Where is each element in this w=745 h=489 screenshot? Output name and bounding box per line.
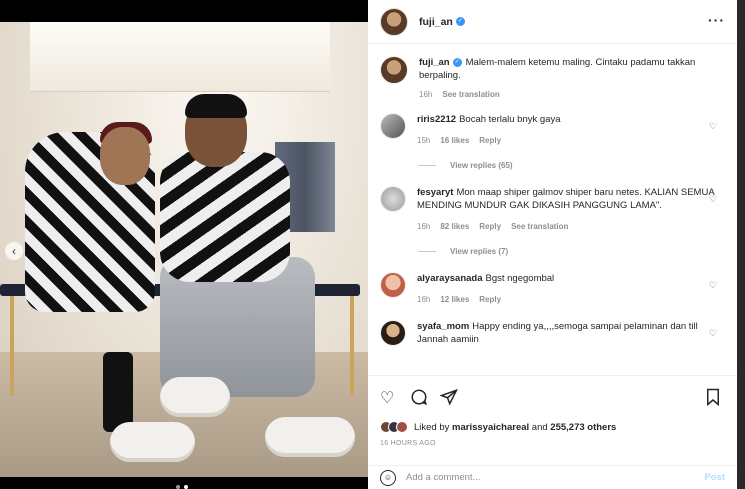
more-horizontal-icon[interactable]: ··· xyxy=(708,12,725,28)
comment-likes[interactable]: 82 likes xyxy=(440,220,469,233)
heart-icon[interactable]: ♡ xyxy=(709,328,719,338)
comment-input[interactable]: Add a comment... xyxy=(406,472,704,483)
share-icon[interactable] xyxy=(439,388,460,408)
post-timestamp: 16 HOURS AGO xyxy=(380,440,436,447)
likes-middle: and xyxy=(531,421,548,433)
heart-icon[interactable]: ♡ xyxy=(709,194,719,204)
heart-icon[interactable]: ♡ xyxy=(709,280,719,290)
bookmark-icon[interactable] xyxy=(705,388,725,408)
reply-button[interactable]: Reply xyxy=(479,293,501,306)
avatar[interactable] xyxy=(380,113,406,139)
previous-photo-button[interactable]: ‹ xyxy=(5,242,23,260)
comment-likes[interactable]: 16 likes xyxy=(440,134,469,147)
action-bar: ♡ xyxy=(368,375,737,420)
likes-summary: Liked by marissyaichareal and 255,273 ot… xyxy=(380,421,616,433)
comment-item: riris2212 Bocah terlalu bnyk gaya 15h 16 … xyxy=(380,113,725,147)
view-replies-label: View replies (65) xyxy=(450,161,513,170)
comment-likes[interactable]: 12 likes xyxy=(440,293,469,306)
see-translation-link[interactable]: See translation xyxy=(442,88,499,101)
avatar[interactable] xyxy=(380,56,408,84)
comment-username[interactable]: riris2212 xyxy=(417,114,456,125)
avatar[interactable] xyxy=(380,272,406,298)
post-photo[interactable] xyxy=(0,22,368,489)
emoji-icon[interactable]: ☺ xyxy=(380,469,396,486)
see-translation-link[interactable]: See translation xyxy=(511,220,568,233)
post-comment-button[interactable]: Post xyxy=(704,472,725,483)
reply-button[interactable]: Reply xyxy=(479,220,501,233)
view-replies-label: View replies (7) xyxy=(450,247,509,256)
avatar xyxy=(396,421,408,433)
likes-prefix: Liked by xyxy=(414,421,450,433)
comment-icon[interactable] xyxy=(410,388,430,408)
comment-username[interactable]: fesyaryt xyxy=(417,187,453,198)
comment-item: fesyaryt Mon maap shiper galmov shiper ba… xyxy=(380,186,725,233)
comment-time: 16h xyxy=(417,295,431,304)
post-header: fuji_an ✓ ··· xyxy=(368,0,737,44)
verified-badge-icon: ✓ xyxy=(455,17,465,26)
comment-text: Bgst ngegombal xyxy=(485,273,555,284)
comment-item: alyaraysanada Bgst ngegombal 16h 12 likes… xyxy=(380,272,725,306)
caption-time: 16h xyxy=(419,90,433,99)
comment-username[interactable]: syafa_mom xyxy=(417,321,469,332)
comment-text: Mon maap shiper galmov shiper baru netes… xyxy=(417,187,715,211)
post-sidebar: fuji_an ✓ ··· fuji_an ✓ Malem-malem ketemu… xyxy=(368,0,737,489)
view-replies-button[interactable]: View replies (7) xyxy=(418,247,725,256)
reply-button[interactable]: Reply xyxy=(479,134,501,147)
add-comment-bar: ☺ Add a comment... Post xyxy=(368,465,737,489)
view-replies-button[interactable]: View replies (65) xyxy=(418,161,725,170)
caption: fuji_an ✓ Malem-malem ketemu maling. Cinta… xyxy=(380,56,725,101)
comments-list: fuji_an ✓ Malem-malem ketemu maling. Cinta… xyxy=(368,44,737,375)
comment-text: Bocah terlalu bnyk gaya xyxy=(459,114,561,125)
like-heart-icon[interactable]: ♡ xyxy=(380,388,400,408)
post-photo-pane: ‹ xyxy=(0,0,368,489)
avatar[interactable] xyxy=(380,320,406,346)
avatar[interactable] xyxy=(380,7,408,36)
comment-username[interactable]: alyaraysanada xyxy=(417,273,483,284)
likes-count-link[interactable]: 255,273 others xyxy=(550,422,616,433)
heart-icon[interactable]: ♡ xyxy=(709,121,719,131)
background-strip xyxy=(737,0,745,489)
comment-time: 15h xyxy=(417,136,431,145)
comment-time: 16h xyxy=(417,222,431,231)
comment-item: syafa_mom Happy ending ya,,,,semoga sampa… xyxy=(380,320,725,346)
post-username[interactable]: fuji_an xyxy=(419,16,453,28)
likes-user-link[interactable]: marissyaichareal xyxy=(452,422,529,433)
caption-username[interactable]: fuji_an xyxy=(419,57,450,68)
avatar[interactable] xyxy=(380,186,406,212)
verified-badge-icon: ✓ xyxy=(452,57,462,67)
